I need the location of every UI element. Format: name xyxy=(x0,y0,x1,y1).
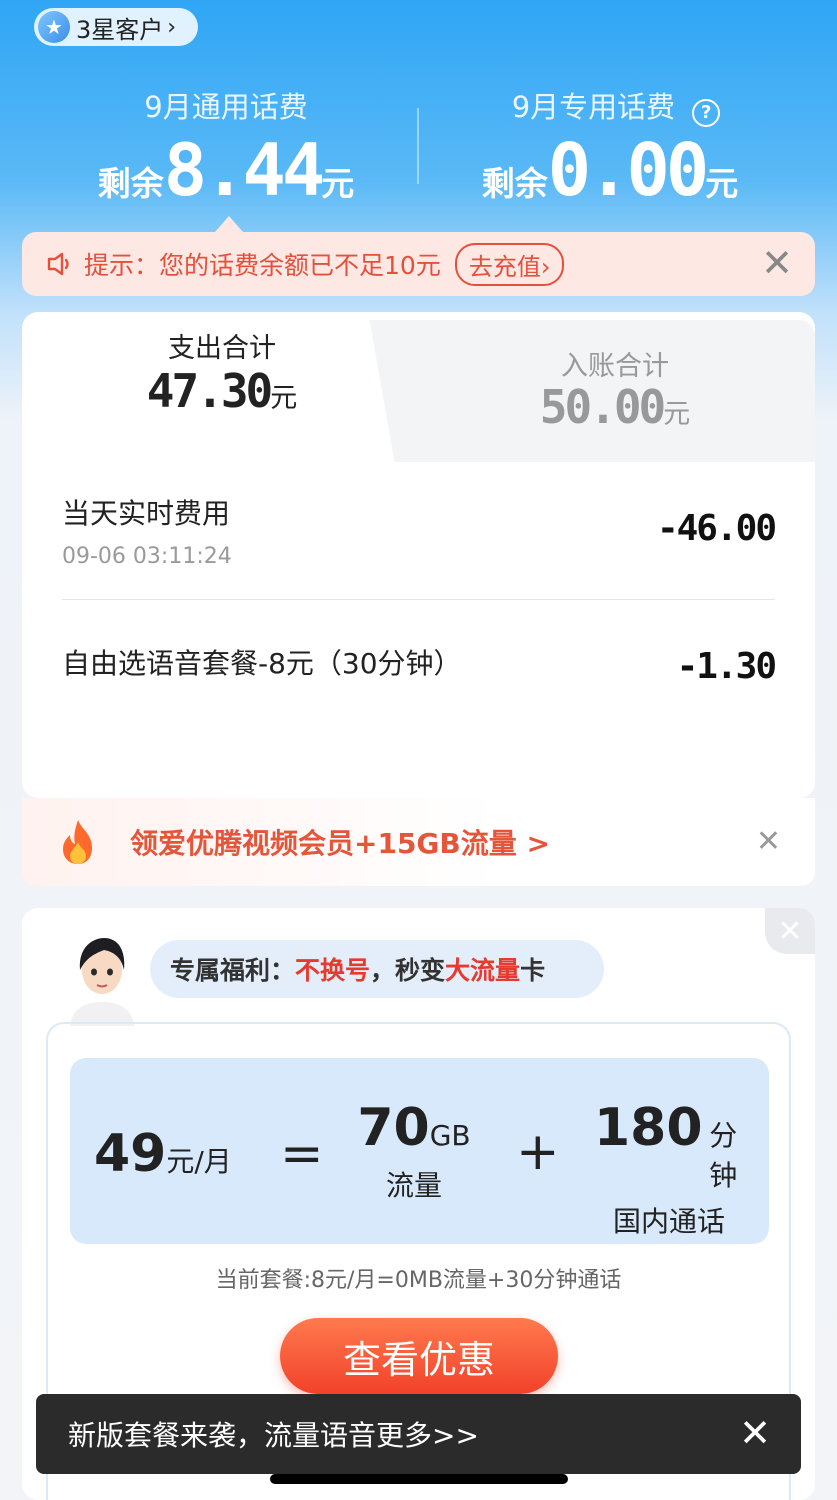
special-balance-header: 9月专用话费 ? xyxy=(456,84,776,127)
notice-text: 提示：您的话费余额已不足10元 xyxy=(84,251,441,280)
benefit-bubble: 专属福利： 不换号 ，秒变 大流量卡 xyxy=(150,940,604,998)
plan-price: 49 元/月 xyxy=(94,1124,232,1184)
price-unit: 元/月 xyxy=(166,1145,232,1178)
special-balance-unit: 元 xyxy=(705,164,739,203)
tab-expense[interactable]: 支出合计 47.30 元 xyxy=(22,312,422,462)
equals-sign: = xyxy=(280,1124,324,1184)
income-label: 入账合计 xyxy=(561,351,669,382)
promo-text: 领爱优腾视频会员+15GB流量 > xyxy=(130,827,550,860)
current-plan-text: 当前套餐:8元/月=0MB流量+30分钟通话 xyxy=(215,1268,622,1293)
billing-card: 支出合计 47.30 元 入账合计 50.00 元 当天实时费用 09-06 0… xyxy=(22,312,815,798)
bubble-prefix: 专属福利： xyxy=(170,956,296,985)
record-title: 自由选语音套餐-8元（30分钟） xyxy=(62,647,462,680)
customer-level-label: 3星客户 xyxy=(76,15,164,44)
record-row[interactable]: 自由选语音套餐-8元（30分钟） -1.30 xyxy=(62,632,777,702)
tab-income[interactable]: 入账合计 50.00 元 xyxy=(415,320,815,462)
income-total: 50.00 元 xyxy=(415,380,815,434)
record-amount: -46.00 xyxy=(656,508,777,549)
customer-level-badge[interactable]: ★ 3星客户 › xyxy=(34,8,198,46)
new-plan-toast[interactable]: 新版套餐来袭，流量语音更多>> ✕ xyxy=(36,1394,801,1474)
data-label: 流量 xyxy=(385,1169,442,1202)
record-title: 当天实时费用 xyxy=(62,497,231,530)
balance-divider xyxy=(417,108,419,184)
promo-banner[interactable]: 领爱优腾视频会员+15GB流量 > ✕ xyxy=(22,798,815,886)
call-amount: 180 xyxy=(594,1098,703,1158)
close-icon[interactable]: ✕ xyxy=(739,1414,771,1452)
record-row[interactable]: 当天实时费用 09-06 03:11:24 -46.00 xyxy=(62,488,777,588)
data-unit: GB xyxy=(429,1119,471,1152)
call-label: 国内通话 xyxy=(612,1205,725,1238)
toast-text: 新版套餐来袭，流量语音更多>> xyxy=(68,1419,479,1452)
bubble-highlight-1: 不换号 xyxy=(295,956,371,985)
general-balance-amount: 8.44 xyxy=(163,128,325,212)
row-divider xyxy=(62,599,775,600)
call-unit: 分钟 xyxy=(709,1119,738,1192)
recharge-button[interactable]: 去充值› xyxy=(454,242,565,286)
general-balance-title: 9月通用话费 xyxy=(144,90,308,124)
call-allowance: 180 分钟 国内通话 xyxy=(594,1098,744,1240)
bubble-suffix: 卡 xyxy=(520,956,546,985)
general-balance[interactable]: 剩余 8.44 元 xyxy=(56,128,396,212)
bubble-highlight-2: 大流量 xyxy=(445,956,521,985)
help-icon[interactable]: ? xyxy=(692,98,721,127)
close-icon[interactable]: ✕ xyxy=(756,824,781,859)
plus-sign: + xyxy=(516,1122,560,1182)
data-allowance: 70 GB 流量 xyxy=(354,1098,474,1204)
expense-amount: 47.30 xyxy=(146,364,273,418)
star-icon: ★ xyxy=(38,11,70,43)
assistant-avatar xyxy=(70,938,134,1026)
fire-icon xyxy=(63,820,92,864)
close-icon[interactable]: ✕ xyxy=(765,908,815,954)
special-balance-amount: 0.00 xyxy=(547,128,709,212)
record-time: 09-06 03:11:24 xyxy=(62,544,232,569)
general-balance-unit: 元 xyxy=(321,164,355,203)
expense-total: 47.30 元 xyxy=(22,364,422,418)
low-balance-notice: 提示：您的话费余额已不足10元 去充值› ✕ xyxy=(22,232,815,296)
income-amount: 50.00 xyxy=(539,380,666,434)
record-amount: -1.30 xyxy=(676,646,777,687)
price-value: 49 xyxy=(94,1124,167,1184)
notice-pointer xyxy=(215,216,243,232)
chevron-right-icon: › xyxy=(167,14,177,40)
speaker-icon xyxy=(47,252,69,276)
plan-summary[interactable]: 49 元/月 = 70 GB 流量 + 180 分钟 国内通话 xyxy=(70,1058,769,1244)
home-indicator[interactable] xyxy=(270,1474,568,1484)
expense-label: 支出合计 xyxy=(168,333,276,364)
special-balance[interactable]: 剩余 0.00 元 xyxy=(440,128,780,212)
special-balance-title: 9月专用话费 xyxy=(511,90,676,124)
general-balance-prefix: 剩余 xyxy=(97,164,164,203)
special-balance-prefix: 剩余 xyxy=(481,164,548,203)
view-offer-button[interactable]: 查看优惠 xyxy=(280,1318,558,1394)
expense-unit: 元 xyxy=(270,383,298,414)
close-icon[interactable]: ✕ xyxy=(761,244,793,282)
bubble-middle: ，秒变 xyxy=(370,956,446,985)
income-unit: 元 xyxy=(663,399,691,430)
data-amount: 70 xyxy=(357,1098,430,1158)
